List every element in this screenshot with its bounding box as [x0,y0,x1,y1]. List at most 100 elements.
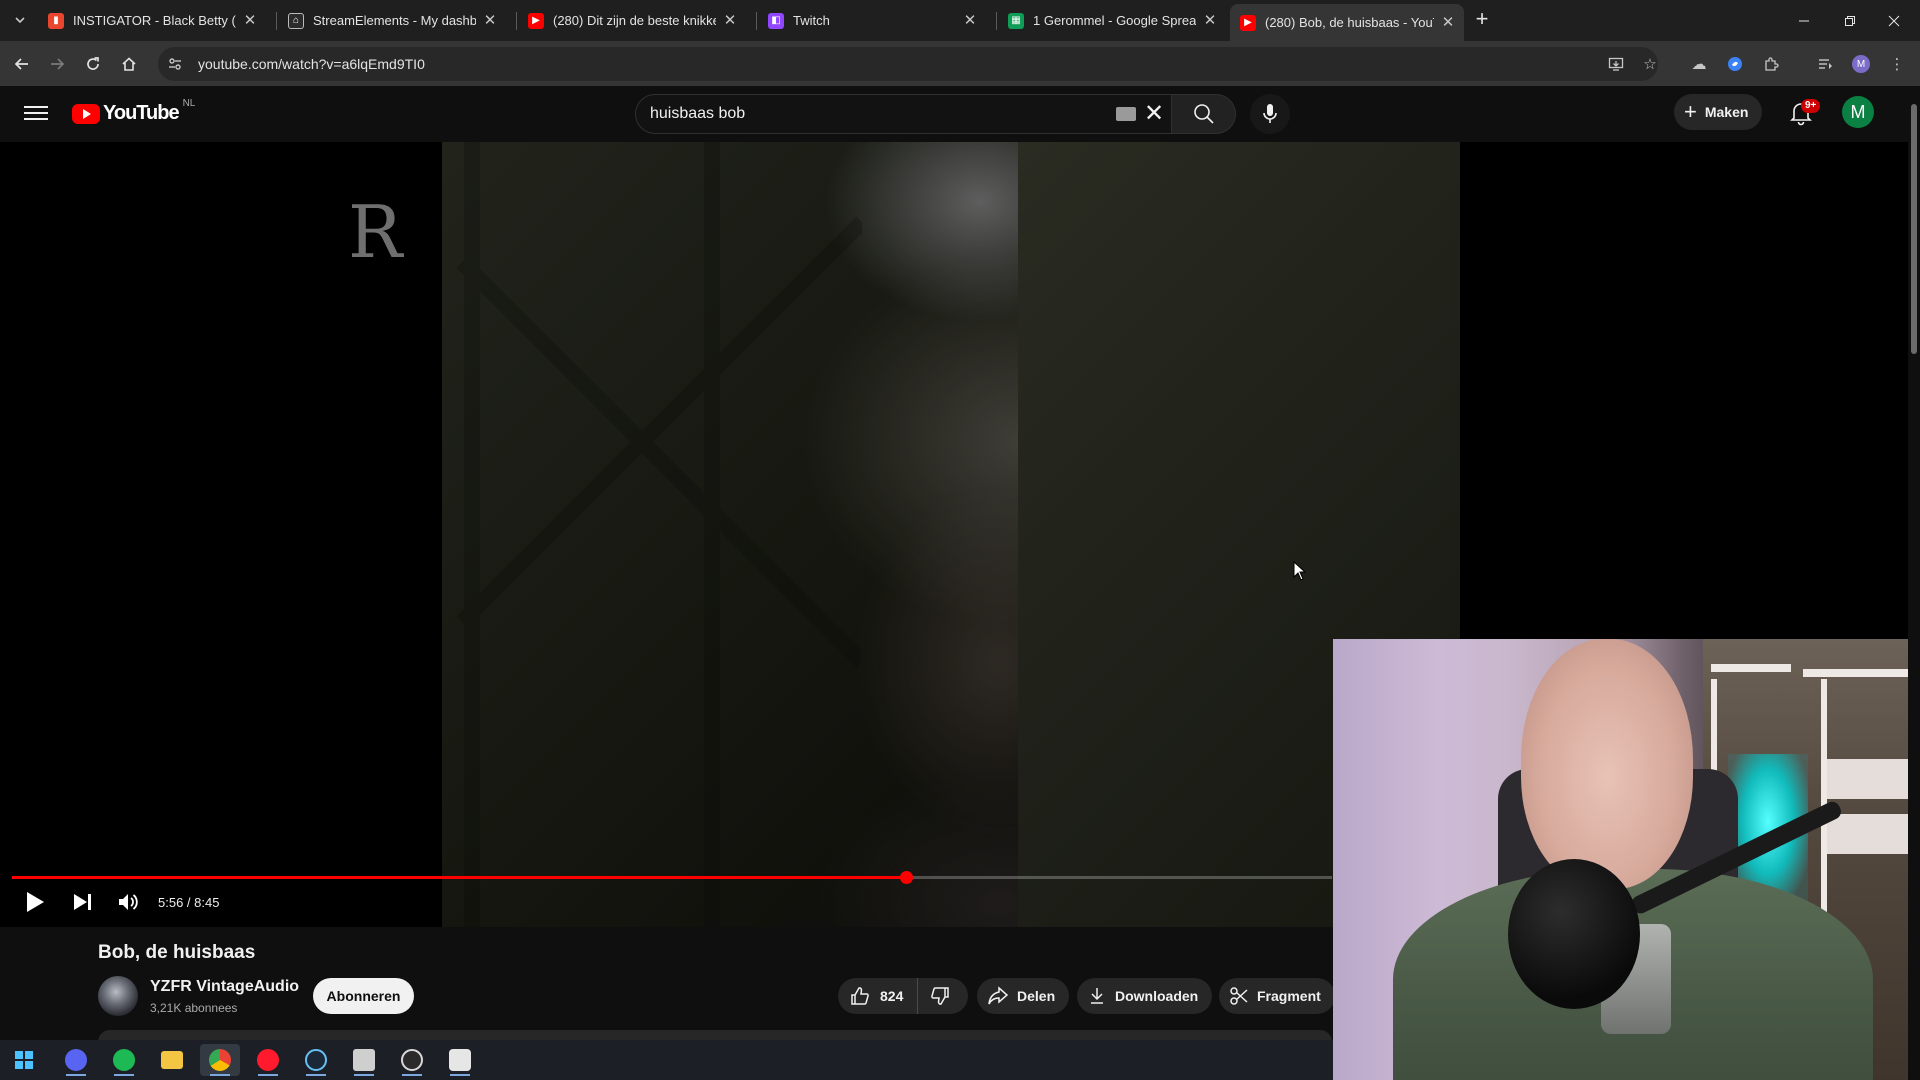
tab-title: 1 Gerommel - Google Spreadsh [1033,13,1196,28]
profile-avatar-icon[interactable]: M [1849,52,1873,76]
share-arrow-icon [988,986,1009,1005]
browser-tab-4[interactable]: ◧ Twitch ✕ [758,6,986,35]
close-icon[interactable]: ✕ [1440,14,1456,31]
forward-button[interactable] [43,50,71,78]
spotify-icon[interactable] [104,1044,144,1076]
site-info-icon[interactable] [162,51,188,77]
tab-title: INSTIGATOR - Black Betty (Rem [73,13,236,28]
restore-icon [1845,15,1855,26]
home-icon [122,57,136,71]
twitch-icon: ◧ [768,12,784,29]
browser-tab-3[interactable]: ▶ (280) Dit zijn de beste knikkera ✕ [518,6,746,35]
app-ur-icon[interactable] [344,1044,384,1076]
webcam-person-head [1521,639,1693,889]
opera-icon[interactable] [248,1044,288,1076]
browser-tab-1[interactable]: ▮ INSTIGATOR - Black Betty (Rem ✕ [38,6,266,35]
extension-blue-icon[interactable] [1723,52,1747,76]
tab-title: (280) Bob, de huisbaas - YouTu [1265,15,1434,30]
microphone-icon [1263,104,1277,123]
region-code: NL [182,98,196,109]
clear-search-icon[interactable]: ✕ [1142,102,1166,126]
search-icon [1193,104,1214,124]
close-icon[interactable]: ✕ [722,12,738,29]
voice-search-button[interactable] [1250,94,1290,134]
reload-button[interactable] [79,50,107,78]
extensions-puzzle-icon[interactable] [1759,52,1783,76]
steam-icon[interactable] [296,1044,336,1076]
create-button[interactable]: + Maken [1674,94,1763,130]
youtube-logo[interactable]: YouTube NL [72,98,195,125]
close-icon [1888,15,1900,26]
youtube-masthead: YouTube NL ✕ + Maken 9+ M [0,86,1908,142]
tab-search-button[interactable] [8,8,32,32]
install-app-icon[interactable] [1604,52,1628,76]
streamelements-icon: ⌂ [288,12,304,29]
close-icon[interactable]: ✕ [242,12,258,29]
close-icon[interactable]: ✕ [482,12,498,29]
progress-scrubber[interactable] [899,871,913,884]
create-label: Maken [1704,104,1749,120]
account-avatar[interactable]: M [1842,96,1874,128]
like-button[interactable]: 824 [838,978,919,1014]
youtube-icon: ▶ [1240,14,1256,31]
home-button[interactable] [115,50,143,78]
channel-name-link[interactable]: YZFR VintageAudio [150,978,299,996]
progress-played [12,876,906,879]
reload-icon [87,57,99,70]
scissors-icon [1230,987,1248,1005]
channel-avatar[interactable] [98,976,138,1016]
page-scrollbar[interactable] [1908,86,1920,1080]
media-control-icon[interactable] [1813,52,1837,76]
clip-button[interactable]: Fragment [1219,978,1335,1014]
dislike-button[interactable] [918,978,962,1014]
search-input[interactable] [650,103,1050,125]
back-button[interactable] [8,50,36,78]
scrollbar-thumb[interactable] [1911,104,1917,354]
browser-menu-icon[interactable]: ⋮ [1885,52,1909,76]
obs-icon[interactable] [392,1044,432,1076]
app-shield-icon[interactable] [440,1044,480,1076]
chrome-icon[interactable] [200,1044,240,1076]
tab-title: StreamElements - My dashboar [313,13,476,28]
keyboard-icon[interactable] [1116,107,1136,121]
next-video-icon[interactable] [72,892,94,912]
file-explorer-icon[interactable] [152,1044,192,1076]
close-window-button[interactable] [1868,0,1920,41]
youtube-wordmark: YouTube [103,102,180,124]
extension-cloud-icon[interactable]: ☁ [1687,52,1711,76]
search-box: ✕ [635,94,1172,134]
menu-hamburger-icon[interactable] [24,102,48,126]
close-icon[interactable]: ✕ [1202,12,1218,29]
tab-divider [276,12,277,30]
browser-toolbar: youtube.com/watch?v=a6lqEmd9TI0 ☆ ☁ M ⋮ [0,41,1920,86]
share-button[interactable]: Delen [977,978,1070,1014]
browser-tab-6-active[interactable]: ▶ (280) Bob, de huisbaas - YouTu ✕ [1230,4,1464,41]
progress-bar[interactable] [12,871,1332,884]
close-icon[interactable]: ✕ [962,12,978,29]
share-label: Delen [1017,988,1056,1004]
chevron-down-icon [15,17,25,24]
webcam-microphone [1508,859,1640,1009]
windows-taskbar [0,1040,1333,1080]
subscribe-button[interactable]: Abonneren [313,978,414,1014]
windows-start-icon[interactable] [4,1044,44,1076]
tab-divider [756,12,757,30]
search-button[interactable] [1172,94,1236,134]
new-tab-button[interactable]: + [1470,8,1494,32]
browser-tab-strip: ▮ INSTIGATOR - Black Betty (Rem ✕ ⌂ Stre… [0,0,1920,41]
volume-icon[interactable] [116,890,140,914]
bookmark-star-icon[interactable]: ☆ [1638,52,1662,76]
browser-tab-5[interactable]: ▦ 1 Gerommel - Google Spreadsh ✕ [998,6,1226,35]
browser-tab-2[interactable]: ⌂ StreamElements - My dashboar ✕ [278,6,506,35]
download-icon [1091,988,1103,1004]
clip-label: Fragment [1257,988,1321,1004]
discord-icon[interactable] [56,1044,96,1076]
play-icon[interactable] [24,890,46,914]
subscriber-count: 3,21K abonnees [150,1001,238,1015]
address-bar[interactable]: youtube.com/watch?v=a6lqEmd9TI0 [158,47,1658,81]
download-button[interactable]: Downloaden [1077,978,1213,1014]
notification-count-badge: 9+ [1801,99,1821,113]
tab-divider [996,12,997,30]
tab-divider [516,12,517,30]
forward-arrow-icon [51,58,65,70]
